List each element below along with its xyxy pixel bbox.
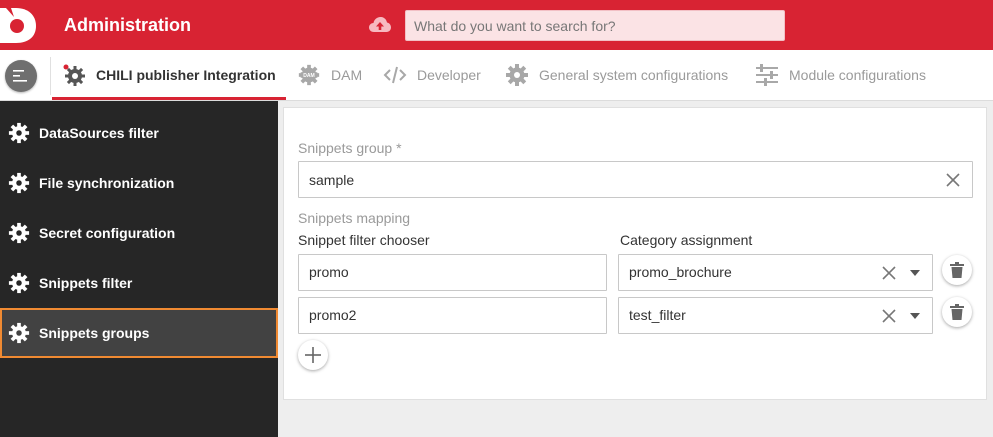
search-input[interactable] [405,10,785,41]
delete-row-button[interactable] [942,255,972,285]
tab-label: CHILI publisher Integration [96,67,276,83]
sidebar-item-secret-configuration[interactable]: Secret configuration [0,208,278,258]
sliders-icon [755,63,779,87]
menu-icon [13,70,27,82]
sidebar-item-label: Snippets groups [39,325,150,341]
clear-icon[interactable] [882,266,896,280]
trash-icon [950,304,964,320]
tab-label: DAM [331,67,363,83]
cloud-upload-icon[interactable] [369,15,391,35]
gear-icon [8,322,30,344]
tab-module-configurations[interactable]: Module configurations [755,50,926,100]
tab-chili-publisher-integration[interactable]: CHILI publisher Integration [62,50,276,100]
plus-icon [305,347,321,363]
chevron-down-icon[interactable] [910,270,920,276]
gear-icon [505,63,529,87]
sidebar-item-label: Snippets filter [39,275,133,291]
add-mapping-button[interactable] [298,340,328,370]
svg-text:DAM: DAM [303,73,315,79]
menu-toggle-button[interactable] [5,60,37,92]
sidebar-item-datasources-filter[interactable]: DataSources filter [0,108,278,158]
sidebar-item-label: File synchronization [39,175,175,191]
code-icon [383,63,407,87]
tab-bar: CHILI publisher Integration DAM DAM Deve… [0,50,993,101]
tab-general-system-configurations[interactable]: General system configurations [505,50,728,100]
clear-icon[interactable] [946,173,960,187]
sidebar: DataSources filter File synchronization … [0,101,278,437]
clear-icon[interactable] [882,309,896,323]
category-value: test_filter [629,307,686,323]
tab-dam[interactable]: DAM DAM [297,50,362,100]
chili-logo-icon[interactable] [0,5,38,45]
snippet-filter-chooser-header: Snippet filter chooser [298,232,430,248]
active-tab-indicator [52,97,286,100]
tab-label: General system configurations [539,67,729,83]
chili-gear-icon [62,63,86,87]
tab-label: Developer [417,67,481,83]
category-value: promo_brochure [629,264,732,280]
snippets-group-input[interactable] [299,162,972,197]
top-bar: Administration [0,0,993,50]
gear-icon [8,222,30,244]
sidebar-item-snippets-filter[interactable]: Snippets filter [0,258,278,308]
gear-icon [8,172,30,194]
category-assignment-select[interactable]: promo_brochure [618,254,933,291]
category-assignment-select[interactable]: test_filter [618,297,933,334]
snippets-group-label: Snippets group * [298,140,402,156]
snippet-filter-field[interactable]: promo [298,254,607,291]
gear-icon [8,272,30,294]
chevron-down-icon[interactable] [910,313,920,319]
snippets-group-form: Snippets group * Snippets mapping Snippe… [283,107,987,400]
sidebar-item-file-synchronization[interactable]: File synchronization [0,158,278,208]
dam-gear-icon: DAM [297,63,321,87]
snippet-filter-value: promo [309,264,349,280]
delete-row-button[interactable] [942,297,972,327]
sidebar-item-label: DataSources filter [39,125,159,141]
sidebar-item-snippets-groups[interactable]: Snippets groups [0,308,278,358]
gear-icon [8,122,30,144]
trash-icon [950,262,964,278]
tab-developer[interactable]: Developer [383,50,481,100]
category-assignment-header: Category assignment [620,232,753,248]
tab-label: Module configurations [789,67,926,83]
snippets-mapping-label: Snippets mapping [298,210,411,226]
app-title: Administration [64,15,192,35]
snippet-filter-value: promo2 [309,307,357,323]
sidebar-item-label: Secret configuration [39,225,176,241]
snippet-filter-field[interactable]: promo2 [298,297,607,334]
snippets-group-field[interactable] [298,161,973,198]
tab-divider [50,57,51,95]
